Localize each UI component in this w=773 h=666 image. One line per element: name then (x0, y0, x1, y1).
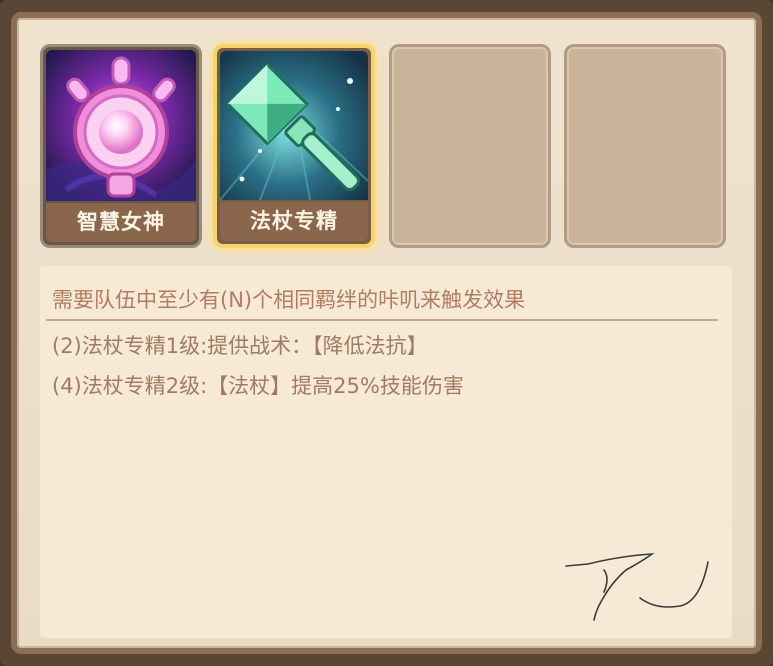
divider (46, 319, 718, 321)
handwritten-scribble (565, 553, 709, 621)
bond-slot-staff-mastery[interactable]: 法杖专精 (213, 44, 375, 248)
bond-tier-2-text: (4)法杖专精2级:【法杖】提高25%技能伤害 (52, 374, 464, 398)
bond-requirement-text: 需要队伍中至少有(N)个相同羁绊的咔叽来触发效果 (52, 288, 526, 312)
bond-tier-1-text: (2)法杖专精1级:提供战术：【降低法抗】 (52, 334, 428, 358)
staff-mastery-icon (220, 51, 368, 202)
bond-slot-empty[interactable] (389, 44, 551, 248)
bond-slot-goddess-of-wisdom[interactable]: 智慧女神 (40, 44, 202, 248)
bond-slot-empty[interactable] (564, 44, 726, 248)
goddess-of-wisdom-icon (46, 50, 196, 201)
bond-slot-label: 法杖专精 (220, 202, 368, 241)
bond-slot-label: 智慧女神 (46, 203, 196, 242)
window-frame: 智慧女神 法杖专精 需要队伍中至少有(N)个相同羁绊的咔叽来触发效果 (2)法杖… (0, 0, 773, 666)
